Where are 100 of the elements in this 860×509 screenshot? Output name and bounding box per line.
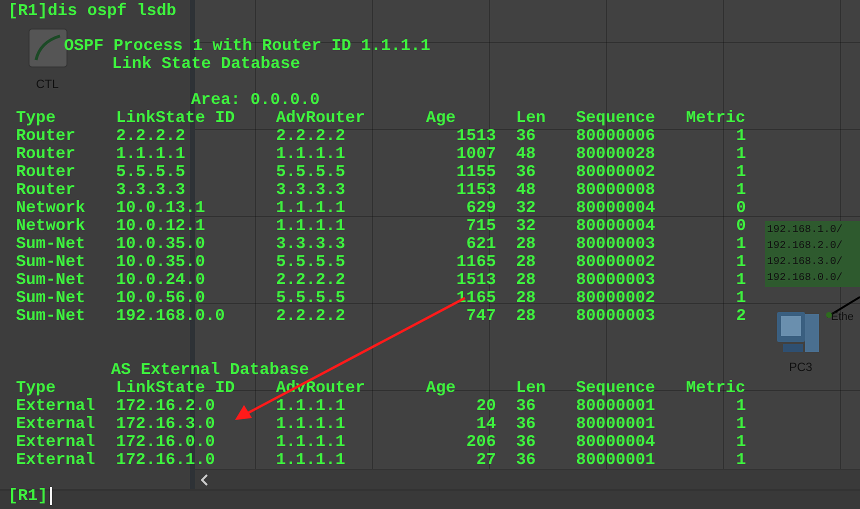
column-header: LinkState ID: [116, 109, 235, 127]
table-cell: 48: [516, 181, 536, 199]
table-cell: 0: [736, 199, 746, 217]
table-cell: 1: [736, 181, 746, 199]
table-cell: Sum-Net: [16, 289, 86, 307]
table-cell: 80000004: [576, 199, 656, 217]
table-cell: 1: [736, 145, 746, 163]
table-cell: 1: [736, 451, 746, 469]
column-header: AdvRouter: [276, 109, 366, 127]
column-header: Type: [16, 109, 56, 127]
table-cell: 10.0.56.0: [116, 289, 206, 307]
table-cell: 80000002: [576, 253, 656, 271]
table-cell: Router: [16, 163, 76, 181]
table-cell: 5.5.5.5: [276, 163, 346, 181]
table-cell: 10.0.13.1: [116, 199, 206, 217]
table-cell: 80000008: [576, 181, 656, 199]
table-cell: 1.1.1.1: [276, 451, 346, 469]
table-cell: 80000002: [576, 163, 656, 181]
table-cell: 1.1.1.1: [276, 145, 346, 163]
table-cell: 36: [516, 433, 536, 451]
table-cell: 747: [466, 307, 496, 325]
cable-line: [825, 295, 860, 320]
table-cell: 28: [516, 235, 536, 253]
table-cell: 80000003: [576, 271, 656, 289]
table-cell: 206: [466, 433, 496, 451]
column-header: Age: [426, 109, 456, 127]
table-cell: 80000006: [576, 127, 656, 145]
column-header: Sequence: [576, 109, 656, 127]
table-cell: 1.1.1.1: [276, 199, 346, 217]
table-cell: 1: [736, 127, 746, 145]
table-cell: Sum-Net: [16, 271, 86, 289]
table-cell: 28: [516, 271, 536, 289]
column-header: Metric: [686, 109, 746, 127]
process-title: OSPF Process 1 with Router ID 1.1.1.1: [64, 37, 430, 55]
table-cell: 2: [736, 307, 746, 325]
table-cell: 28: [516, 307, 536, 325]
table-cell: 1153: [456, 181, 496, 199]
table-cell: 36: [516, 127, 536, 145]
table-cell: 32: [516, 199, 536, 217]
table-cell: 2.2.2.2: [276, 307, 346, 325]
table-cell: 10.0.35.0: [116, 253, 206, 271]
route-label: 192.168.1.0/ 192.168.2.0/ 192.168.3.0/ 192.168.0.0/: [765, 221, 860, 287]
table-cell: 1155: [456, 163, 496, 181]
table-cell: 80000004: [576, 217, 656, 235]
table-cell: Sum-Net: [16, 253, 86, 271]
table-cell: 1: [736, 433, 746, 451]
table-cell: 1.1.1.1: [276, 433, 346, 451]
table-cell: External: [16, 451, 96, 469]
table-cell: 3.3.3.3: [276, 235, 346, 253]
table-cell: 20: [476, 397, 496, 415]
table-cell: 27: [476, 451, 496, 469]
table-cell: Network: [16, 217, 86, 235]
table-cell: External: [16, 397, 96, 415]
table-cell: 28: [516, 253, 536, 271]
column-header: LinkState ID: [116, 379, 235, 397]
column-header: Len: [516, 379, 546, 397]
table-cell: External: [16, 433, 96, 451]
table-cell: Sum-Net: [16, 235, 86, 253]
table-cell: 80000001: [576, 415, 656, 433]
table-cell: External: [16, 415, 96, 433]
command-prompt: [R1]: [8, 487, 48, 505]
table-cell: 1.1.1.1: [116, 145, 186, 163]
table-cell: 2.2.2.2: [276, 127, 346, 145]
table-cell: 172.16.3.0: [116, 415, 216, 433]
table-cell: Router: [16, 181, 76, 199]
table-cell: 629: [466, 199, 496, 217]
column-header: Metric: [686, 379, 746, 397]
table-cell: 80000001: [576, 451, 656, 469]
chevron-left-icon[interactable]: [201, 474, 209, 486]
text-cursor: [50, 487, 52, 505]
command-line: [R1]dis ospf lsdb: [8, 2, 176, 20]
table-cell: Router: [16, 127, 76, 145]
table-cell: 1: [736, 163, 746, 181]
table-cell: 48: [516, 145, 536, 163]
table-cell: 1: [736, 397, 746, 415]
column-header: Type: [16, 379, 56, 397]
table-cell: 1: [736, 253, 746, 271]
table-cell: 28: [516, 289, 536, 307]
table-cell: 32: [516, 217, 536, 235]
table-cell: 1.1.1.1: [276, 397, 346, 415]
table-cell: 172.16.1.0: [116, 451, 216, 469]
table-cell: 36: [516, 397, 536, 415]
table-cell: 36: [516, 451, 536, 469]
table-cell: 36: [516, 163, 536, 181]
table-cell: Sum-Net: [16, 307, 86, 325]
table-cell: 1: [736, 289, 746, 307]
table-cell: 80000004: [576, 433, 656, 451]
table-cell: 1: [736, 235, 746, 253]
table-cell: 80000001: [576, 397, 656, 415]
table-cell: 5.5.5.5: [116, 163, 186, 181]
table-cell: 1007: [456, 145, 496, 163]
table-cell: 1: [736, 415, 746, 433]
table-cell: 2.2.2.2: [276, 271, 346, 289]
table-cell: 715: [466, 217, 496, 235]
table-cell: 172.16.2.0: [116, 397, 216, 415]
table-cell: 192.168.0.0: [116, 307, 225, 325]
table-cell: 36: [516, 415, 536, 433]
column-header: Age: [426, 379, 456, 397]
table-cell: 5.5.5.5: [276, 289, 346, 307]
table-cell: 1.1.1.1: [276, 217, 346, 235]
